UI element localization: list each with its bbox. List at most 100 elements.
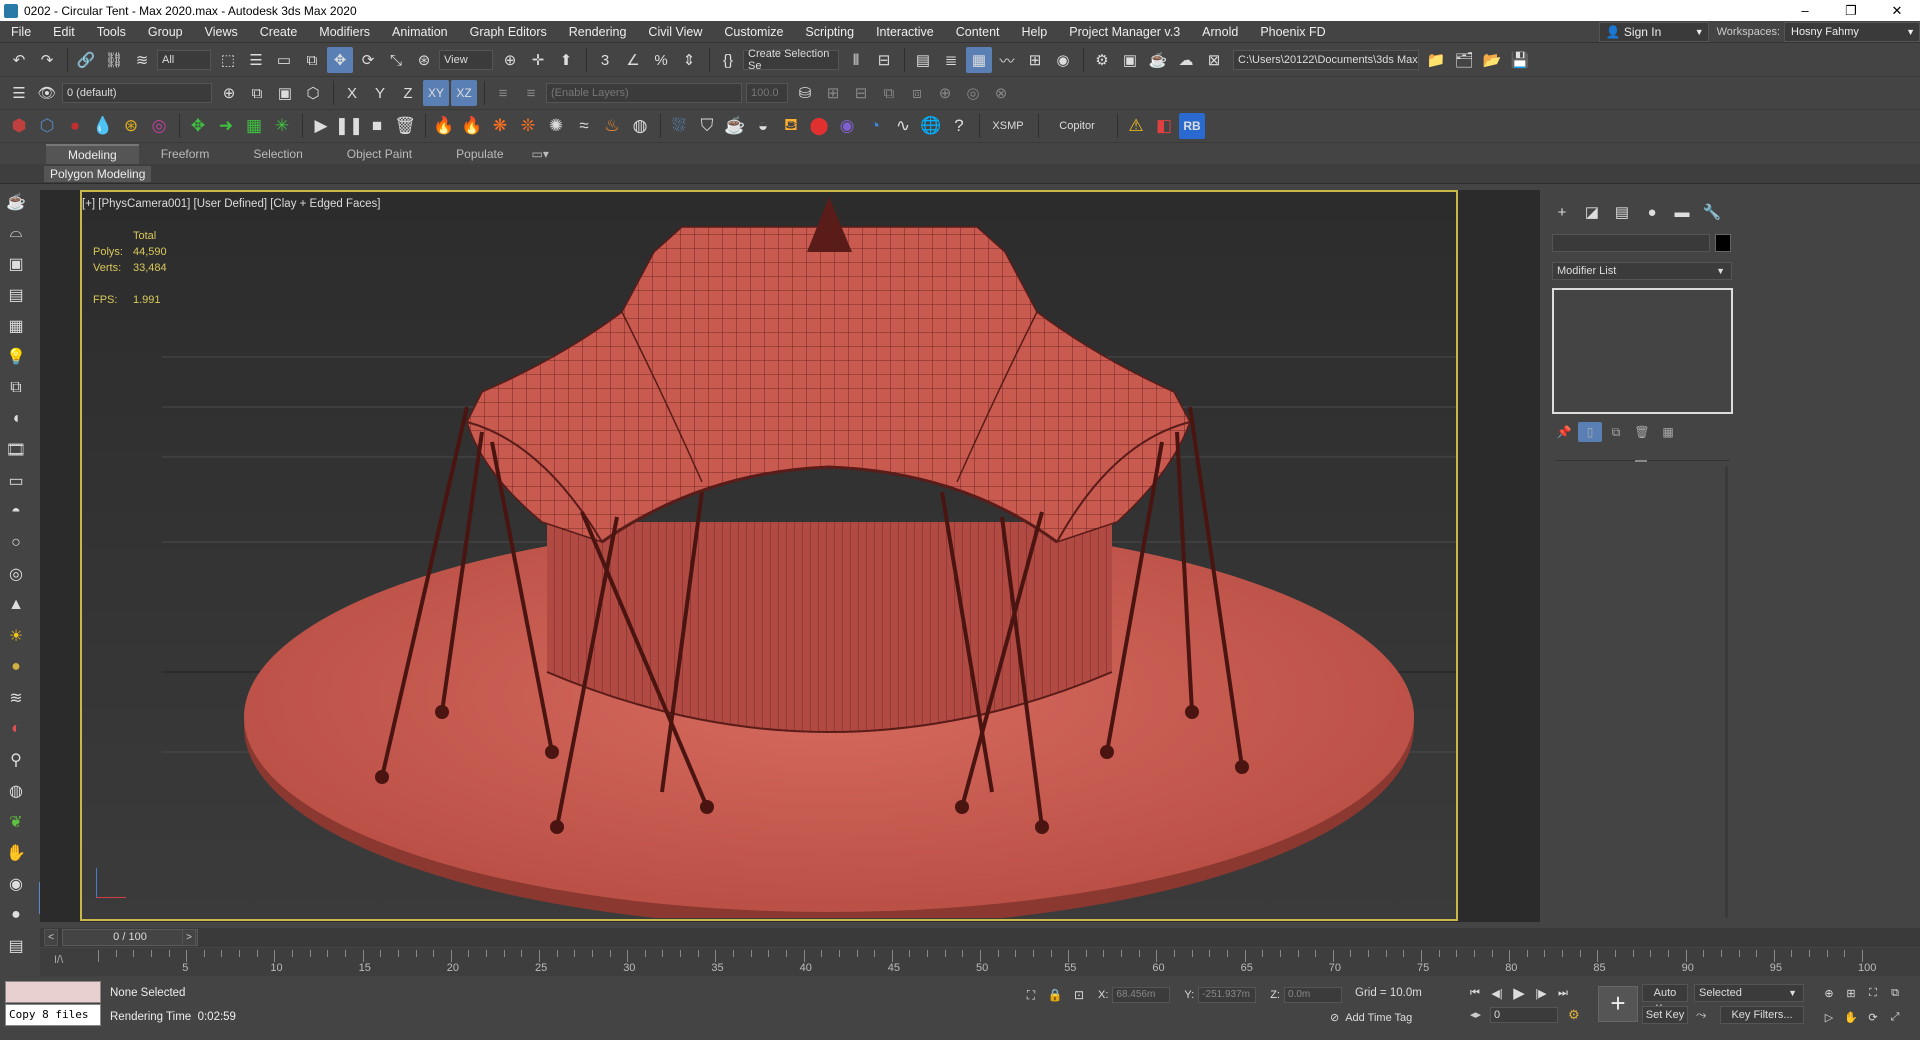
- orb-icon[interactable]: ●: [2, 903, 30, 927]
- layer-properties-icon[interactable]: ⬡: [300, 80, 326, 106]
- edit-named-selection-icon[interactable]: {}: [715, 47, 741, 73]
- color-swatch-icon[interactable]: ◧: [1151, 113, 1177, 139]
- select-by-name-icon[interactable]: ☰: [243, 47, 269, 73]
- warning-icon[interactable]: ⚠: [1123, 113, 1149, 139]
- xsmp-button[interactable]: XSMP: [985, 113, 1031, 139]
- render-shortcuts-icon[interactable]: ⊠: [1201, 47, 1227, 73]
- project-path-dropdown[interactable]: C:\Users\20122\Documents\3ds Max 2020: [1233, 50, 1419, 70]
- selection-lock-icon[interactable]: 🔒: [1044, 985, 1066, 1005]
- panel-scrollbar[interactable]: [1725, 466, 1728, 918]
- circle-icon[interactable]: ●: [2, 655, 30, 679]
- wind-icon[interactable]: ≈: [571, 113, 597, 139]
- axis-xz-button[interactable]: XZ: [451, 80, 477, 106]
- selection-filter-dropdown[interactable]: All: [157, 50, 211, 70]
- key-filters-button[interactable]: Key Filters...: [1720, 1006, 1804, 1024]
- project-open-icon[interactable]: 📂: [1479, 47, 1505, 73]
- trash-icon[interactable]: 🗑: [392, 113, 418, 139]
- list-icon[interactable]: ▤: [2, 283, 30, 307]
- zoom-extents-icon[interactable]: ⛶: [1862, 983, 1884, 1003]
- scene-explorer-icon[interactable]: ▤: [910, 47, 936, 73]
- snaps-toggle-icon[interactable]: 3: [592, 47, 618, 73]
- project-save-icon[interactable]: 💾: [1507, 47, 1533, 73]
- next-frame-arrow-icon[interactable]: >: [182, 929, 196, 946]
- select-scale-icon[interactable]: ⤡: [383, 47, 409, 73]
- select-in-layer-icon[interactable]: ▣: [272, 80, 298, 106]
- ribbon-toggle-icon[interactable]: ▦: [966, 47, 992, 73]
- scene-icon[interactable]: ▣: [2, 252, 30, 276]
- camera-icon[interactable]: ⧉: [2, 376, 30, 400]
- cube-icon[interactable]: ⬢: [6, 113, 32, 139]
- select-place-icon[interactable]: ⊛: [411, 47, 437, 73]
- fire-icon[interactable]: 🔥: [431, 113, 457, 139]
- fire-preset-icon[interactable]: ❊: [515, 113, 541, 139]
- hand-icon[interactable]: ✋: [2, 841, 30, 865]
- particle-icon[interactable]: ⊛: [118, 113, 144, 139]
- copy-animation-layer-icon[interactable]: ⧉: [876, 80, 902, 106]
- menu-graph-editors[interactable]: Graph Editors: [459, 25, 558, 39]
- axis-y-button[interactable]: Y: [367, 80, 393, 106]
- layer-visibility-icon[interactable]: 👁: [34, 80, 60, 106]
- tab-object-paint[interactable]: Object Paint: [325, 144, 434, 164]
- show-end-result-icon[interactable]: ▯: [1578, 422, 1602, 442]
- cube-outline-icon[interactable]: ⬡: [34, 113, 60, 139]
- stop-icon[interactable]: ■: [364, 113, 390, 139]
- axis-xy-button[interactable]: XY: [423, 80, 449, 106]
- field-of-view-icon[interactable]: ▷: [1818, 1007, 1840, 1027]
- project-folder-icon[interactable]: 🗂: [1451, 47, 1477, 73]
- fire-icon[interactable]: 🔥: [459, 113, 485, 139]
- previous-key-icon[interactable]: ◀|: [1487, 983, 1507, 1003]
- tab-freeform[interactable]: Freeform: [139, 144, 232, 164]
- set-project-folder-icon[interactable]: 📁: [1423, 47, 1449, 73]
- select-move-icon[interactable]: ✥: [327, 47, 353, 73]
- teapot-icon[interactable]: ☕: [2, 190, 30, 214]
- spiral-icon[interactable]: ◉: [2, 872, 30, 896]
- configure-modifier-sets-icon[interactable]: ▦: [1656, 422, 1680, 442]
- shape-icon[interactable]: ⌓: [2, 221, 30, 245]
- character-icon[interactable]: ⚲: [2, 748, 30, 772]
- ocean-icon[interactable]: ◔: [862, 113, 888, 139]
- menu-arnold[interactable]: Arnold: [1191, 25, 1249, 39]
- rb-button[interactable]: RB: [1179, 113, 1205, 139]
- shader-icon[interactable]: ◐: [2, 717, 30, 741]
- grid-icon[interactable]: ▦: [241, 113, 267, 139]
- key-tangent-icon[interactable]: ⤳: [1696, 1007, 1706, 1023]
- spinner-snap-icon[interactable]: ⇕: [676, 47, 702, 73]
- current-layer-dropdown[interactable]: 0 (default): [62, 83, 212, 103]
- select-object-icon[interactable]: ⬚: [215, 47, 241, 73]
- menu-scripting[interactable]: Scripting: [794, 25, 865, 39]
- unlink-icon[interactable]: ⛓: [101, 47, 127, 73]
- disable-layer-icon[interactable]: ◎: [960, 80, 986, 106]
- track-bar-toggle-icon[interactable]: I/\: [54, 954, 63, 966]
- reference-coordinate-dropdown[interactable]: View: [439, 50, 493, 70]
- animation-layers-icon[interactable]: ⛁: [792, 80, 818, 106]
- mirror-icon[interactable]: ⫴: [843, 47, 869, 73]
- render-setup-icon[interactable]: ⚙: [1089, 47, 1115, 73]
- menu-help[interactable]: Help: [1011, 25, 1059, 39]
- sound-icon[interactable]: ◖: [2, 407, 30, 431]
- rendered-frame-window-icon[interactable]: ▣: [1117, 47, 1143, 73]
- burst-icon[interactable]: ✳: [269, 113, 295, 139]
- menu-create[interactable]: Create: [249, 25, 309, 39]
- sphere-icon[interactable]: ○: [2, 531, 30, 555]
- menu-interactive[interactable]: Interactive: [865, 25, 945, 39]
- modifier-stack[interactable]: [1552, 288, 1733, 414]
- modify-tab-icon[interactable]: ◪: [1578, 200, 1606, 224]
- play-icon[interactable]: ▶: [308, 113, 334, 139]
- add-to-layer-icon[interactable]: ⊕: [216, 80, 242, 106]
- layer-stack-icon[interactable]: ⧉: [244, 80, 270, 106]
- restore-button[interactable]: ❐: [1828, 0, 1874, 21]
- undo-icon[interactable]: ↶: [6, 47, 32, 73]
- menu-content[interactable]: Content: [945, 25, 1011, 39]
- manipulate-icon[interactable]: ✛: [525, 47, 551, 73]
- ribbon-options-icon[interactable]: ▭▾: [526, 144, 555, 164]
- collapse-layer-icon[interactable]: ⊕: [932, 80, 958, 106]
- paste-animation-layer-icon[interactable]: ⧈: [904, 80, 930, 106]
- swirl-icon[interactable]: ◍: [627, 113, 653, 139]
- menu-views[interactable]: Views: [194, 25, 249, 39]
- torus-icon[interactable]: ◎: [2, 562, 30, 586]
- script-icon[interactable]: ▤: [2, 934, 30, 958]
- bind-space-warp-icon[interactable]: ≋: [129, 47, 155, 73]
- y-coordinate-field[interactable]: -251.937m: [1198, 987, 1257, 1003]
- move-gizmo-icon[interactable]: ✥: [185, 113, 211, 139]
- film-icon[interactable]: 🎞: [2, 438, 30, 462]
